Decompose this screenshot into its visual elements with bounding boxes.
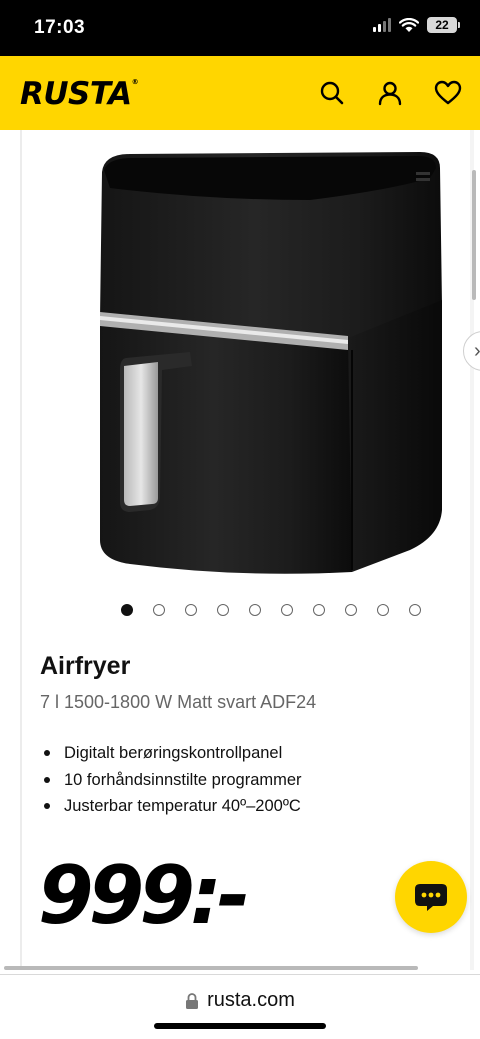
battery-icon: 22 <box>427 17 460 33</box>
chat-button[interactable] <box>395 861 467 933</box>
gallery-dot[interactable] <box>249 604 261 616</box>
status-bar: 17:03 22 <box>0 0 480 56</box>
horizontal-scrollbar[interactable] <box>4 966 418 970</box>
feature-item: 10 forhåndsinnstilte programmer <box>44 767 302 794</box>
gallery-dot[interactable] <box>121 604 133 616</box>
account-icon[interactable] <box>376 79 404 107</box>
browser-address-bar[interactable]: rusta.com <box>0 974 480 1039</box>
home-indicator[interactable] <box>154 1023 326 1029</box>
lock-icon <box>186 992 199 1009</box>
gallery-dot[interactable] <box>345 604 357 616</box>
gallery-dot[interactable] <box>281 604 293 616</box>
battery-level: 22 <box>427 17 457 33</box>
status-time: 17:03 <box>34 17 86 38</box>
search-icon[interactable] <box>318 79 346 107</box>
gallery-dot[interactable] <box>409 604 421 616</box>
gallery-pagination <box>121 604 421 616</box>
feature-item: Justerbar temperatur 40º–200ºC <box>44 793 302 820</box>
product-price: 999:- <box>38 849 250 942</box>
gallery-dot[interactable] <box>377 604 389 616</box>
gallery-dot[interactable] <box>217 604 229 616</box>
site-header: RUSTA® <box>0 56 480 130</box>
gallery-dot[interactable] <box>185 604 197 616</box>
url-text: rusta.com <box>207 989 295 1011</box>
product-image[interactable] <box>90 140 450 580</box>
vertical-scrollbar[interactable] <box>472 170 476 300</box>
product-title: Airfryer <box>40 652 131 680</box>
url-display[interactable]: rusta.com <box>0 989 480 1012</box>
product-subtitle: 7 l 1500-1800 W Matt svart ADF24 <box>40 692 317 712</box>
content-border-left <box>20 130 22 970</box>
chat-icon <box>415 884 447 911</box>
gallery-dot[interactable] <box>313 604 325 616</box>
logo-text: RUSTA <box>20 76 132 112</box>
feature-item: Digitalt berøringskontrollpanel <box>44 740 302 767</box>
product-features: Digitalt berøringskontrollpanel 10 forhå… <box>44 740 302 820</box>
rusta-logo[interactable]: RUSTA® <box>20 76 139 112</box>
chevron-right-icon: › <box>474 341 480 361</box>
gallery-dot[interactable] <box>153 604 165 616</box>
cellular-signal-icon <box>373 18 391 32</box>
gallery-next-button[interactable]: › <box>463 331 480 371</box>
logo-registered-mark: ® <box>131 78 139 86</box>
heart-icon[interactable] <box>434 79 462 107</box>
status-icons: 22 <box>373 17 460 33</box>
wifi-icon <box>399 17 419 32</box>
